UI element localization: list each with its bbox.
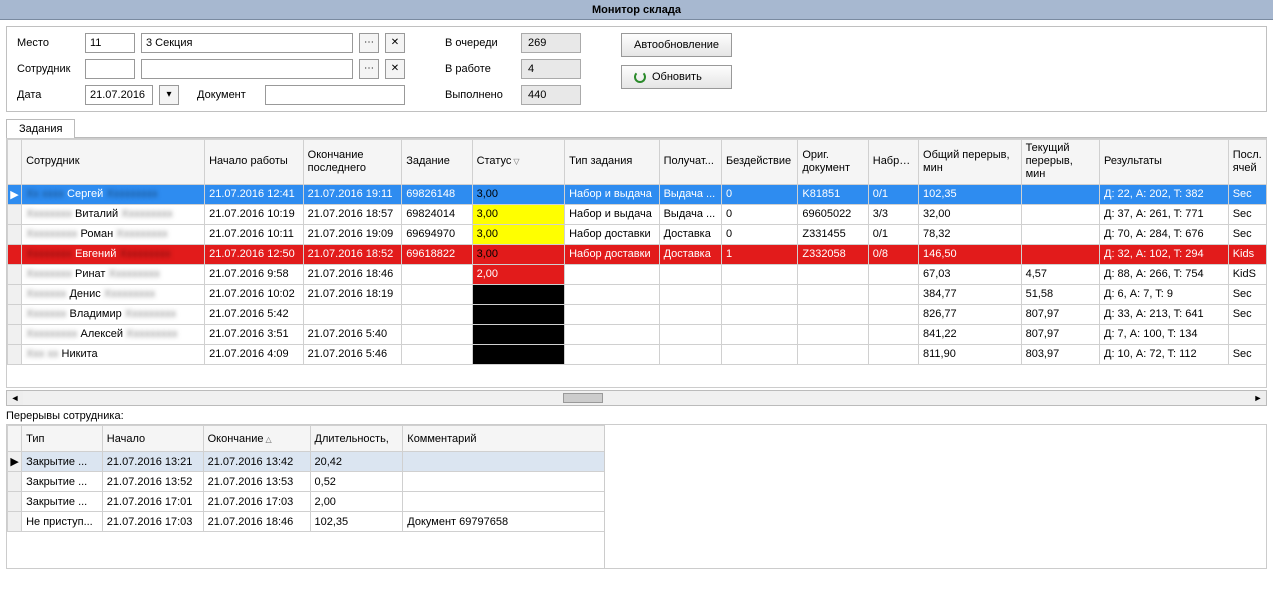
table-row[interactable]: Xxxxxxx Денис Xxxxxxxxx21.07.2016 10:022… bbox=[8, 284, 1267, 304]
col-header[interactable]: Результаты bbox=[1100, 140, 1229, 185]
col-header[interactable]: Задание bbox=[402, 140, 472, 185]
window-title: Монитор склада bbox=[0, 0, 1273, 20]
table-row[interactable]: Xxxxxxxx Евгений Xxxxxxxxx21.07.2016 12:… bbox=[8, 244, 1267, 264]
scroll-left-button[interactable]: ◄ bbox=[7, 391, 23, 405]
done-value: 440 bbox=[521, 85, 581, 105]
table-row[interactable]: Закрытие ...21.07.2016 13:5221.07.2016 1… bbox=[8, 472, 605, 492]
employee-code-input[interactable] bbox=[85, 59, 135, 79]
date-input[interactable] bbox=[85, 85, 153, 105]
breaks-grid[interactable]: ТипНачалоОкончание△Длительность,Коммента… bbox=[7, 425, 605, 532]
col-header[interactable]: Сотрудник bbox=[22, 140, 205, 185]
tab-tasks[interactable]: Задания bbox=[6, 119, 75, 138]
tabs: Задания bbox=[6, 118, 1267, 138]
col-header[interactable]: Тип bbox=[22, 426, 103, 452]
col-header[interactable]: Общий перерыв, мин bbox=[919, 140, 1022, 185]
done-label: Выполнено bbox=[445, 89, 515, 101]
col-header[interactable]: Посл. ячей bbox=[1228, 140, 1266, 185]
table-row[interactable]: Xxxxxxxxx Роман Xxxxxxxxx21.07.2016 10:1… bbox=[8, 224, 1267, 244]
col-header[interactable]: Бездействие bbox=[721, 140, 797, 185]
place-clear-button[interactable]: ✕ bbox=[385, 33, 405, 53]
date-label: Дата bbox=[17, 89, 79, 101]
col-header[interactable]: Длительность, bbox=[310, 426, 403, 452]
scroll-right-button[interactable]: ► bbox=[1250, 391, 1266, 405]
table-row[interactable]: ▶Закрытие ...21.07.2016 13:2121.07.2016 … bbox=[8, 452, 605, 472]
inwork-value: 4 bbox=[521, 59, 581, 79]
employee-clear-button[interactable]: ✕ bbox=[385, 59, 405, 79]
tasks-grid[interactable]: СотрудникНачало работыОкончание последне… bbox=[7, 139, 1267, 365]
table-row[interactable]: Xxxxxxxx Ринат Xxxxxxxxx21.07.2016 9:582… bbox=[8, 264, 1267, 284]
refresh-button[interactable]: Обновить bbox=[621, 65, 732, 89]
table-row[interactable]: ▶Xx xxxx Сергей Xxxxxxxxx21.07.2016 12:4… bbox=[8, 184, 1267, 204]
col-header[interactable]: Набрано bbox=[868, 140, 918, 185]
date-dropdown-button[interactable]: ▾ bbox=[159, 85, 179, 105]
refresh-icon bbox=[634, 71, 646, 83]
refresh-label: Обновить bbox=[652, 71, 702, 83]
place-lookup-button[interactable]: ⋯ bbox=[359, 33, 379, 53]
inwork-label: В работе bbox=[445, 63, 515, 75]
queue-label: В очереди bbox=[445, 37, 515, 49]
autorefresh-label: Автообновление bbox=[634, 39, 719, 51]
col-header[interactable]: Начало работы bbox=[205, 140, 304, 185]
employee-name-input[interactable] bbox=[141, 59, 353, 79]
place-label: Место bbox=[17, 37, 79, 49]
scroll-thumb[interactable] bbox=[563, 393, 603, 403]
breaks-panel: ТипНачалоОкончание△Длительность,Коммента… bbox=[6, 424, 1267, 569]
table-row[interactable]: Xxxxxxxxx Алексей Xxxxxxxxx21.07.2016 3:… bbox=[8, 324, 1267, 344]
breaks-section-label: Перерывы сотрудника: bbox=[6, 410, 1267, 422]
col-header[interactable]: Ориг. документ bbox=[798, 140, 868, 185]
col-header[interactable]: Комментарий bbox=[403, 426, 605, 452]
col-header[interactable]: Окончание последнего bbox=[303, 140, 402, 185]
employee-lookup-button[interactable]: ⋯ bbox=[359, 59, 379, 79]
col-header[interactable]: Начало bbox=[102, 426, 203, 452]
table-row[interactable]: Xxx xx Никита21.07.2016 4:0921.07.2016 5… bbox=[8, 344, 1267, 364]
col-header[interactable]: Статус▽ bbox=[472, 140, 565, 185]
table-row[interactable]: Закрытие ...21.07.2016 17:0121.07.2016 1… bbox=[8, 492, 605, 512]
filter-panel: Место ⋯ ✕ Сотрудник ⋯ ✕ Дата ▾ Документ … bbox=[6, 26, 1267, 112]
queue-value: 269 bbox=[521, 33, 581, 53]
place-name-input[interactable] bbox=[141, 33, 353, 53]
col-header[interactable]: Тип задания bbox=[565, 140, 660, 185]
col-header[interactable]: Текущий перерыв, мин bbox=[1021, 140, 1099, 185]
col-header[interactable]: Получат... bbox=[659, 140, 721, 185]
table-row[interactable]: Xxxxxxx Владимир Xxxxxxxxx21.07.2016 5:4… bbox=[8, 304, 1267, 324]
doc-input[interactable] bbox=[265, 85, 405, 105]
tasks-grid-wrap: СотрудникНачало работыОкончание последне… bbox=[6, 138, 1267, 388]
table-row[interactable]: Не приступ...21.07.2016 17:0321.07.2016 … bbox=[8, 512, 605, 532]
table-row[interactable]: Xxxxxxxx Виталий Xxxxxxxxx21.07.2016 10:… bbox=[8, 204, 1267, 224]
employee-label: Сотрудник bbox=[17, 63, 79, 75]
autorefresh-button[interactable]: Автообновление bbox=[621, 33, 732, 57]
doc-label: Документ bbox=[197, 89, 259, 101]
col-header[interactable]: Окончание△ bbox=[203, 426, 310, 452]
tasks-scrollbar[interactable]: ◄ ► bbox=[6, 390, 1267, 406]
place-code-input[interactable] bbox=[85, 33, 135, 53]
